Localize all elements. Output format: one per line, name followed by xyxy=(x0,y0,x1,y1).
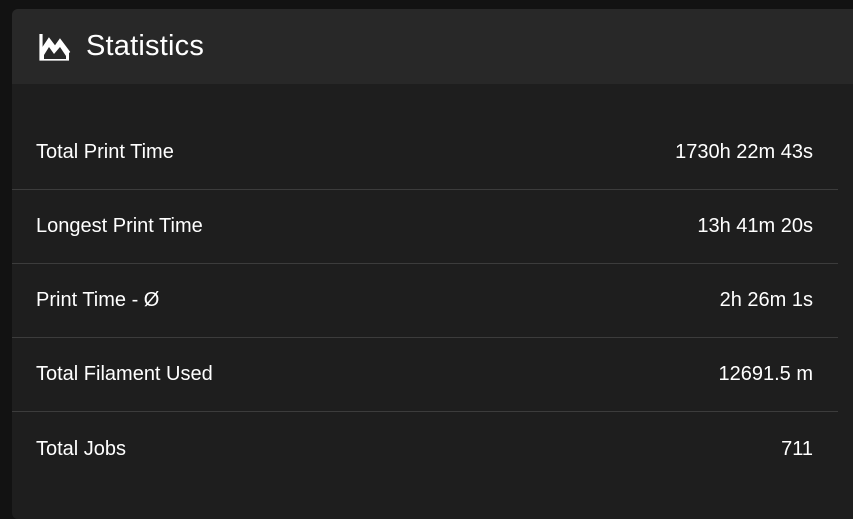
card-header: Statistics xyxy=(12,9,853,84)
stat-row-average-print-time: Print Time - Ø 2h 26m 1s xyxy=(12,264,838,338)
card-title: Statistics xyxy=(86,30,205,62)
stat-value: 13h 41m 20s xyxy=(697,215,813,237)
stat-label: Print Time - Ø xyxy=(36,289,160,311)
stat-value: 12691.5 m xyxy=(718,363,813,385)
stat-label: Total Filament Used xyxy=(36,363,213,385)
stat-value: 1730h 22m 43s xyxy=(675,140,813,163)
stat-value: 2h 26m 1s xyxy=(719,289,813,311)
stat-row-total-print-time: Total Print Time 1730h 22m 43s xyxy=(12,115,838,190)
statistics-card: Statistics Total Print Time 1730h 22m 43… xyxy=(12,9,853,519)
stat-row-total-filament-used: Total Filament Used 12691.5 m xyxy=(12,338,838,412)
stat-label: Total Jobs xyxy=(36,437,127,460)
stat-row-total-jobs: Total Jobs 711 xyxy=(12,412,838,486)
stat-value: 711 xyxy=(781,437,813,460)
chart-line-icon xyxy=(38,32,71,62)
stat-label: Total Print Time xyxy=(36,140,174,163)
stat-label: Longest Print Time xyxy=(36,215,203,237)
statistics-list: Total Print Time 1730h 22m 43s Longest P… xyxy=(12,115,838,486)
stat-row-longest-print-time: Longest Print Time 13h 41m 20s xyxy=(12,190,838,264)
